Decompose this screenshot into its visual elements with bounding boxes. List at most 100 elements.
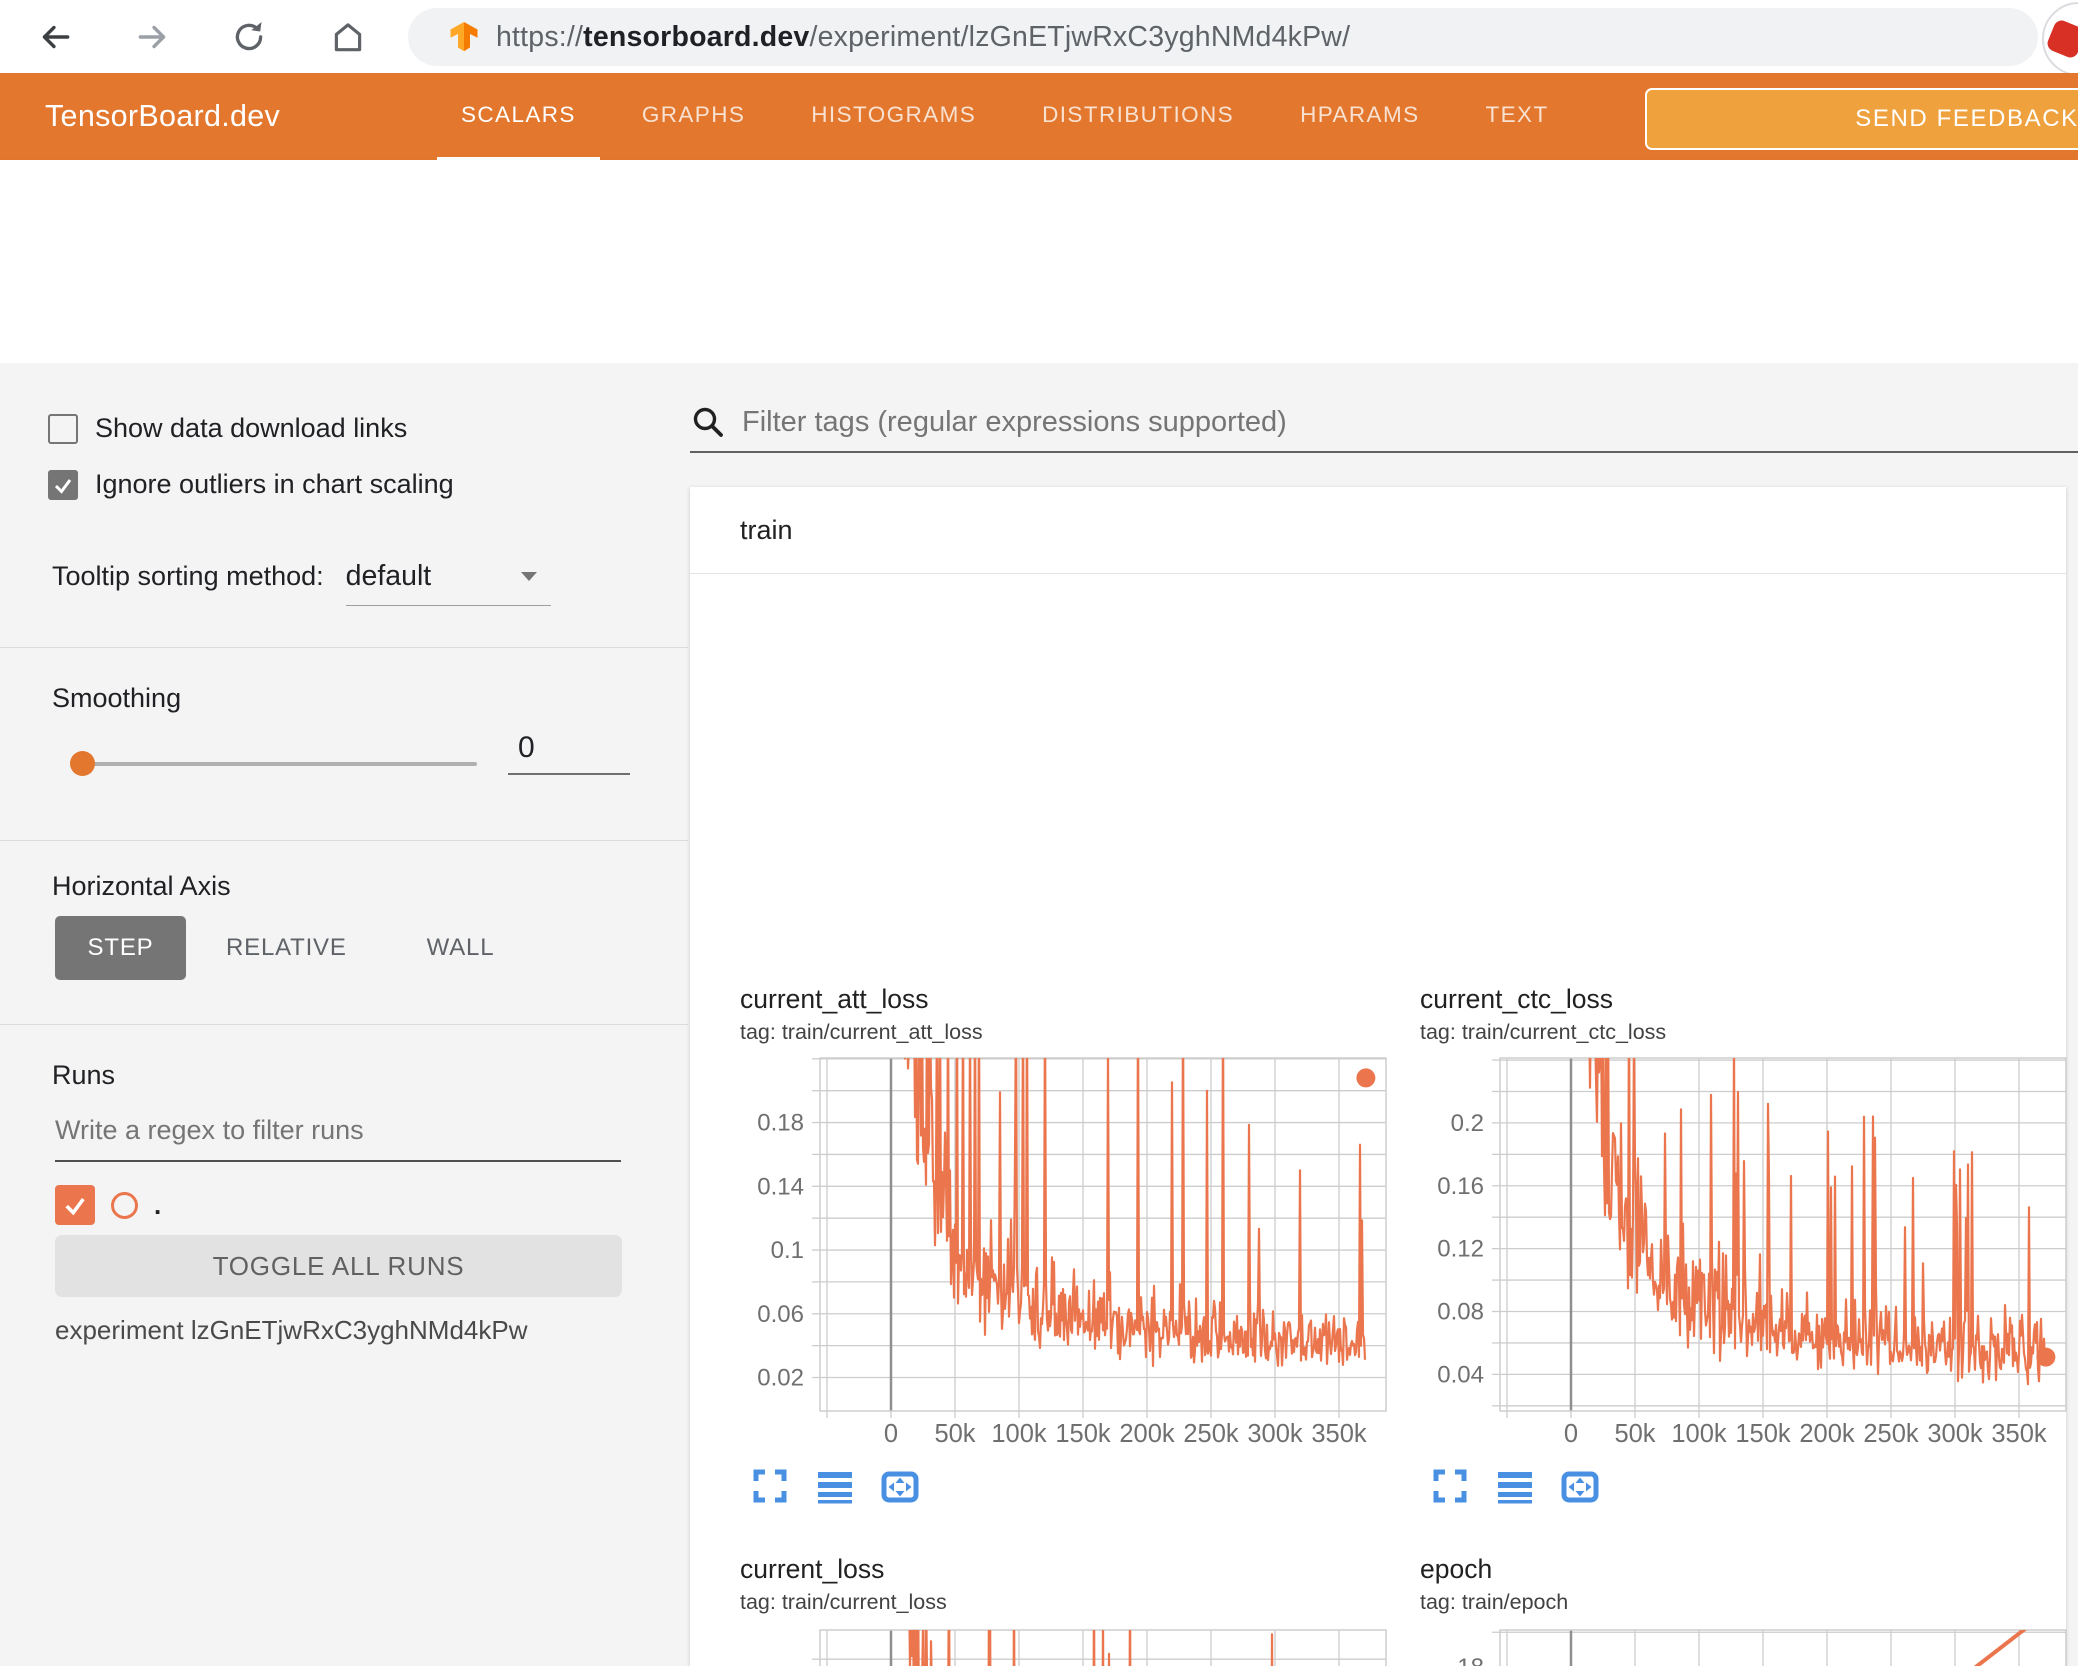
tag-group-header-train[interactable]: train [690,487,2066,574]
horizontal-axis-options: STEP RELATIVE WALL [55,916,534,980]
haxis-wall-button[interactable]: WALL [387,934,535,962]
browser-back-button[interactable] [36,18,74,56]
data-table-icon[interactable] [1495,1466,1535,1506]
svg-text:100k: 100k [1671,1420,1727,1448]
chart-toolbar [1430,1466,1600,1506]
tab-text[interactable]: TEXT [1462,73,1573,160]
show-download-links-label: Show data download links [95,413,408,443]
svg-text:0.2: 0.2 [1451,1110,1484,1137]
tab-graphs[interactable]: GRAPHS [618,73,769,160]
appbar: TensorBoard.dev SCALARS GRAPHS HISTOGRAMS D… [0,73,2078,160]
check-icon [54,478,72,494]
smoothing-label: Smoothing [52,683,182,713]
chart-plot-epoch[interactable]: 26101418050k100k150k200k250k300k350k [1410,1623,2078,1666]
svg-text:0: 0 [1564,1420,1578,1448]
svg-text:150k: 150k [1055,1420,1111,1448]
svg-text:18: 18 [1457,1654,1484,1666]
tooltip-sorting-label: Tooltip sorting method: [52,561,324,591]
tensorboard-favicon [450,22,478,52]
browser-chrome: https://tensorboard.dev/experiment/lzGnE… [0,0,2078,76]
avatar[interactable] [2042,2,2078,76]
run-name: . [154,1189,162,1220]
fit-domain-icon[interactable] [1560,1466,1600,1506]
chart-title: epoch [1420,1554,1493,1584]
chart-current_ctc_loss: current_ctc_loss tag: train/current_ctc_l… [1410,978,2078,1504]
svg-text:0.04: 0.04 [1437,1361,1484,1388]
fullscreen-icon[interactable] [750,1466,790,1506]
tab-scalars[interactable]: SCALARS [437,73,600,160]
svg-text:200k: 200k [1799,1420,1855,1448]
fullscreen-icon[interactable] [1430,1466,1470,1506]
avatar-badge-icon [2045,18,2078,60]
tab-hparams[interactable]: HPARAMS [1276,73,1443,160]
sidebar-divider [0,840,688,841]
svg-text:150k: 150k [1735,1420,1791,1448]
run-row: . [55,1185,161,1225]
chevron-down-icon [520,572,537,581]
screenshot-root: https://tensorboard.dev/experiment/lzGnE… [0,0,2078,1666]
tooltip-sorting-value: default [345,560,432,592]
ignore-outliers-checkbox-row[interactable]: Ignore outliers in chart scaling [48,469,454,500]
send-feedback-button[interactable]: SEND FEEDBACK [1645,88,2078,150]
experiment-title-band: Conformer CTC training for LibriSpeech w… [0,160,2078,491]
svg-text:250k: 250k [1863,1420,1919,1448]
svg-text:100k: 100k [991,1420,1047,1448]
svg-text:300k: 300k [1927,1420,1983,1448]
run-color-swatch [111,1191,138,1219]
tooltip-sorting-select[interactable]: default [345,560,551,606]
svg-text:0.02: 0.02 [757,1365,804,1392]
chart-plot-current_loss[interactable]: 0.040.080.120.160.2050k100k150k200k250k3… [730,1623,1410,1666]
tab-distributions[interactable]: DISTRIBUTIONS [1018,73,1258,160]
tab-histograms[interactable]: HISTOGRAMS [787,73,1000,160]
url-bar[interactable]: https://tensorboard.dev/experiment/lzGnE… [408,8,2038,66]
show-download-links-checkbox-row[interactable]: Show data download links [48,413,407,444]
runs-regex-input[interactable] [55,1115,621,1162]
toggle-all-runs-button[interactable]: TOGGLE ALL RUNS [55,1235,622,1297]
svg-text:0.14: 0.14 [757,1173,804,1200]
svg-text:50k: 50k [934,1420,975,1448]
svg-text:0.16: 0.16 [1437,1173,1484,1200]
svg-text:300k: 300k [1247,1420,1303,1448]
sidebar-divider [0,647,688,648]
runs-label: Runs [52,1060,116,1090]
chart-title: current_loss [740,1554,885,1584]
chart-title: current_ctc_loss [1420,984,1613,1014]
smoothing-slider-track[interactable] [81,762,477,766]
browser-reload-button[interactable] [230,18,268,56]
ignore-outliers-label: Ignore outliers in chart scaling [95,469,454,499]
filter-tags-input[interactable] [740,404,2078,440]
chart-tag: tag: train/current_att_loss [740,1020,983,1044]
filter-tags-row [690,393,2078,453]
chart-plot-current_ctc_loss[interactable]: 0.04 0.08 0.12 0.16 0.2 0 50k 100k 150k 200k 250k 3… [1410,1053,2078,1453]
browser-home-button[interactable] [329,18,367,56]
experiment-id-text: experiment lzGnETjwRxC3yghNMd4kPw [55,1315,528,1345]
svg-text:0.1: 0.1 [771,1237,804,1264]
content-area: Show data download links Ignore outliers… [0,363,2078,1666]
smoothing-slider-thumb[interactable] [70,751,95,776]
tooltip-sorting-row: Tooltip sorting method: default [52,560,551,606]
svg-text:200k: 200k [1119,1420,1175,1448]
haxis-relative-button[interactable]: RELATIVE [186,934,387,962]
chart-current_att_loss: current_att_loss tag: train/current_att_l… [730,978,1410,1504]
svg-text:0.12: 0.12 [1437,1236,1484,1263]
sidebar-divider [0,1024,688,1025]
chart-tag: tag: train/current_loss [740,1590,947,1614]
search-icon [693,407,723,437]
svg-text:0.08: 0.08 [1437,1299,1484,1326]
browser-forward-button[interactable] [134,18,172,56]
chart-plot-current_att_loss[interactable]: 0.02 0.06 0.1 0.14 0.18 0 50k 100k 150k 200k 250k 3… [730,1053,1410,1453]
show-download-links-checkbox[interactable] [48,413,78,444]
data-table-icon[interactable] [815,1466,855,1506]
haxis-step-button[interactable]: STEP [55,916,186,980]
url-text: https://tensorboard.dev/experiment/lzGnE… [496,20,1351,53]
smoothing-value-input[interactable] [508,731,630,775]
nav-tabs: SCALARS GRAPHS HISTOGRAMS DISTRIBUTIONS HPAR… [437,73,1573,160]
run-checkbox[interactable] [55,1185,95,1225]
fit-domain-icon[interactable] [880,1466,920,1506]
ignore-outliers-checkbox[interactable] [48,469,78,500]
svg-text:0.06: 0.06 [757,1301,804,1328]
svg-text:50k: 50k [1614,1420,1655,1448]
check-icon [65,1198,85,1216]
app-logo: TensorBoard.dev [45,99,281,133]
chart-title: current_att_loss [740,984,929,1014]
